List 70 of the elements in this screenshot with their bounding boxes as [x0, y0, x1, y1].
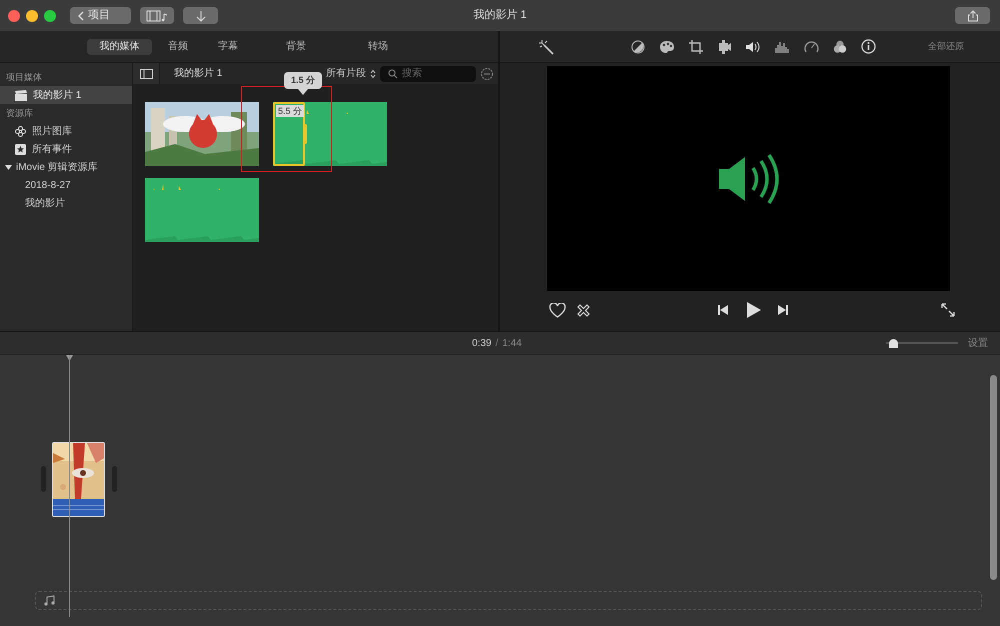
fullscreen-icon[interactable]	[941, 303, 955, 317]
magic-wand-icon[interactable]	[538, 38, 554, 54]
section-heading: 项目媒体	[5, 71, 43, 84]
crop-icon[interactable]	[689, 40, 703, 54]
star-icon	[15, 144, 26, 154]
disclosure-icon[interactable]	[5, 164, 12, 170]
sidebar-item[interactable]: 照片图库	[0, 122, 132, 140]
tooltip-pointer-icon	[298, 89, 308, 95]
flower-icon	[15, 126, 26, 136]
filter-dropdown[interactable]: 所有片段	[326, 66, 376, 81]
volume-icon[interactable]	[745, 40, 761, 54]
close-button[interactable]	[8, 10, 20, 22]
settings-icon[interactable]	[480, 66, 494, 80]
scrollbar[interactable]	[990, 375, 997, 580]
share-button[interactable]	[955, 7, 990, 24]
play-icon[interactable]	[746, 301, 762, 319]
time-separator: /	[495, 336, 498, 350]
speedometer-icon[interactable]	[804, 40, 819, 54]
share-icon	[966, 10, 978, 22]
range-handle[interactable]	[303, 124, 307, 144]
zoom-button[interactable]	[44, 10, 56, 22]
previous-icon[interactable]	[717, 304, 729, 316]
audio-clip[interactable]: 5.5 分	[273, 102, 387, 166]
media-tab[interactable]: 音频	[154, 38, 202, 54]
chevron-left-icon	[78, 10, 84, 20]
duration: 1:44	[502, 336, 522, 350]
zoom-slider[interactable]	[886, 338, 958, 348]
info-icon[interactable]	[861, 39, 876, 54]
palette-icon[interactable]	[659, 40, 675, 54]
media-tab[interactable]: 转场	[354, 38, 402, 54]
music-track[interactable]	[35, 591, 982, 610]
reset-all-button[interactable]: 全部还原	[928, 40, 964, 54]
media-toggle-button[interactable]	[140, 7, 174, 24]
reject-icon[interactable]	[576, 302, 591, 318]
video-camera-icon[interactable]	[717, 40, 731, 54]
media-tab[interactable]: 我的媒体	[87, 38, 152, 54]
download-icon	[196, 10, 206, 22]
updown-icon	[370, 68, 376, 78]
sidebar-item[interactable]: 2018-8-27	[0, 176, 132, 194]
search-icon	[388, 68, 398, 78]
sidebar-item[interactable]: 所有事件	[0, 140, 132, 158]
current-time: 0:39	[472, 336, 492, 350]
timeline-clip[interactable]	[52, 442, 105, 517]
color-balance-icon[interactable]	[631, 40, 645, 54]
section-heading: 资源库	[5, 107, 34, 120]
heart-icon[interactable]	[549, 302, 566, 318]
sidebar-icon	[140, 68, 152, 78]
library-item[interactable]: iMovie 剪辑资源库	[0, 158, 132, 176]
media-tab[interactable]: 字幕	[204, 38, 252, 54]
sidebar-item[interactable]: 我的影片	[0, 194, 132, 212]
minimize-button[interactable]	[26, 10, 38, 22]
audio-clip[interactable]	[145, 178, 259, 242]
film-music-icon	[146, 10, 168, 22]
search-field[interactable]: 搜索	[380, 66, 476, 82]
slider-thumb[interactable]	[889, 338, 898, 348]
next-icon[interactable]	[777, 304, 789, 316]
equalizer-icon[interactable]	[775, 40, 790, 53]
waveform-icon	[145, 178, 259, 242]
music-note-icon	[44, 595, 55, 606]
browser-title: 我的影片 1	[174, 66, 222, 81]
back-button[interactable]: 项目	[70, 7, 131, 24]
sidebar-item[interactable]: 我的影片 1	[0, 86, 132, 104]
import-button[interactable]	[183, 7, 218, 24]
settings-button[interactable]: 设置	[968, 336, 988, 350]
clapperboard-icon	[15, 90, 27, 100]
sidebar-toggle-button[interactable]	[133, 63, 160, 84]
filter-circles-icon[interactable]	[833, 40, 847, 54]
window-title: 我的影片 1	[473, 8, 527, 24]
media-tab[interactable]: 背景	[272, 38, 320, 54]
range-label: 5.5 分	[276, 105, 304, 117]
